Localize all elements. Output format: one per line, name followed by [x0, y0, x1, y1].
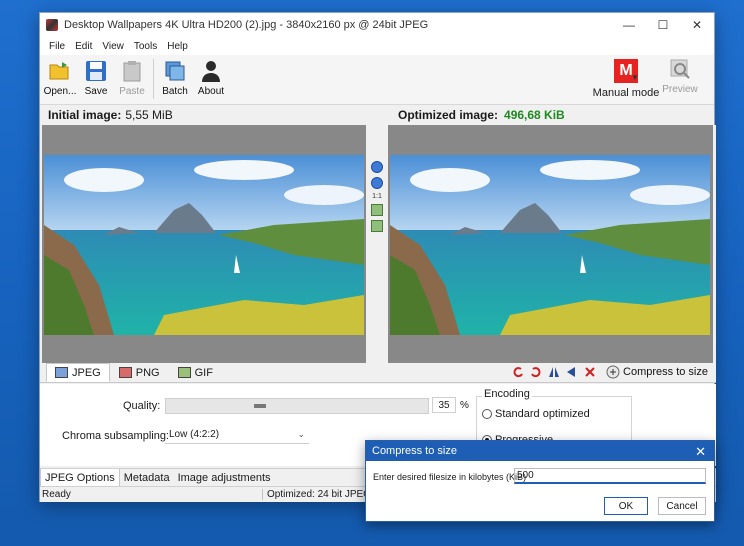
image-tools: Compress to size	[512, 365, 708, 379]
image-comparison-area: 1:1	[40, 125, 716, 363]
person-icon	[202, 61, 220, 82]
title-bar[interactable]: Desktop Wallpapers 4K Ultra HD200 (2).jp…	[40, 13, 714, 37]
menu-file[interactable]: File	[44, 41, 70, 52]
menu-bar: File Edit View Tools Help	[40, 37, 714, 55]
about-button[interactable]: About	[193, 55, 229, 103]
batch-label: Batch	[162, 86, 188, 97]
paste-label: Paste	[119, 86, 145, 97]
batch-icon	[165, 61, 185, 81]
flip-horizontal-icon[interactable]	[548, 366, 560, 378]
ok-button[interactable]: OK	[604, 497, 648, 515]
tab-image-adjustments[interactable]: Image adjustments	[174, 469, 275, 487]
preview-button[interactable]: Preview	[658, 57, 702, 101]
quality-slider[interactable]	[165, 398, 429, 414]
compress-icon	[606, 365, 620, 379]
minimize-button[interactable]: —	[612, 13, 646, 37]
quality-slider-thumb[interactable]	[254, 404, 266, 408]
dialog-close-icon[interactable]: ✕	[695, 444, 706, 460]
zoom-out-icon[interactable]	[371, 177, 383, 189]
app-icon	[46, 19, 58, 31]
fit-to-window-icon[interactable]	[371, 204, 383, 216]
zoom-toolbar: 1:1	[368, 125, 386, 363]
magnifier-icon	[670, 59, 690, 79]
optimized-image-info: Optimized image: 496,68 KiB	[398, 108, 565, 122]
encoding-title: Encoding	[482, 388, 532, 400]
filesize-label: Enter desired filesize in kilobytes (KiB…	[373, 472, 527, 482]
status-ready: Ready	[42, 489, 71, 500]
png-icon	[118, 367, 132, 378]
tab-gif[interactable]: GIF	[169, 363, 222, 382]
compress-to-size-button[interactable]: Compress to size	[606, 365, 708, 379]
chevron-down-icon: ⌄	[297, 429, 305, 439]
optimized-image-preview	[390, 155, 710, 335]
optimized-image-pane[interactable]	[388, 125, 713, 363]
open-label: Open...	[43, 86, 77, 97]
standard-radio[interactable]	[482, 409, 492, 419]
window-controls: — ☐ ✕	[612, 13, 714, 37]
main-window: Desktop Wallpapers 4K Ultra HD200 (2).jp…	[39, 12, 716, 502]
menu-help[interactable]: Help	[162, 41, 193, 52]
menu-tools[interactable]: Tools	[129, 41, 162, 52]
tab-metadata[interactable]: Metadata	[120, 469, 174, 487]
chroma-subsampling-label: Chroma subsampling:	[62, 430, 169, 442]
clipboard-icon	[123, 61, 141, 82]
paste-button[interactable]: Paste	[114, 55, 150, 103]
quality-input[interactable]: 35	[432, 397, 456, 413]
zoom-actual-size-button[interactable]: 1:1	[372, 193, 382, 200]
optimized-image-label: Optimized image:	[398, 108, 499, 122]
quality-unit: %	[460, 400, 469, 411]
dialog-title-bar[interactable]: Compress to size ✕	[366, 441, 714, 461]
maximize-button[interactable]: ☐	[646, 13, 680, 37]
crop-icon[interactable]	[584, 366, 596, 378]
chroma-subsampling-value: Low (4:2:2)	[169, 429, 220, 440]
toolbar-separator	[153, 59, 154, 99]
tab-gif-label: GIF	[194, 366, 213, 379]
cancel-button[interactable]: Cancel	[658, 497, 706, 515]
preview-label: Preview	[662, 84, 698, 95]
chroma-subsampling-select[interactable]: Low (4:2:2) ⌄	[165, 426, 309, 444]
batch-button[interactable]: Batch	[157, 55, 193, 103]
tab-png[interactable]: PNG	[110, 363, 169, 382]
encoding-standard-label: Standard optimized	[495, 408, 590, 420]
quality-label: Quality:	[123, 400, 161, 412]
encoding-standard-option[interactable]: Standard optimized	[482, 408, 590, 420]
rotate-right-icon[interactable]	[530, 366, 542, 378]
menu-edit[interactable]: Edit	[70, 41, 97, 52]
rotate-left-icon[interactable]	[512, 366, 524, 378]
menu-view[interactable]: View	[97, 41, 129, 52]
manual-mode-button[interactable]: M Manual mode	[589, 57, 663, 101]
folder-open-icon	[49, 62, 69, 80]
flip-vertical-icon[interactable]	[566, 366, 578, 378]
tab-jpeg-label: JPEG	[72, 366, 101, 379]
about-label: About	[197, 86, 225, 97]
initial-image-label: Initial image:	[48, 108, 122, 122]
initial-image-pane[interactable]	[42, 125, 366, 363]
image-info-row: Initial image: 5,55 MiB Optimized image: 4…	[40, 105, 714, 125]
save-label: Save	[84, 86, 108, 97]
tab-jpeg-options[interactable]: JPEG Options	[40, 468, 120, 487]
manual-mode-label: Manual mode	[592, 87, 660, 99]
initial-image-preview	[44, 155, 364, 335]
zoom-in-icon[interactable]	[371, 161, 383, 173]
tab-png-label: PNG	[135, 366, 160, 379]
dialog-title: Compress to size	[372, 445, 457, 457]
save-button[interactable]: Save	[78, 55, 114, 103]
close-button[interactable]: ✕	[680, 13, 714, 37]
optimized-image-size: 496,68 KiB	[504, 108, 565, 122]
initial-image-size: 5,55 MiB	[125, 108, 173, 122]
compress-to-size-dialog: Compress to size ✕ Enter desired filesiz…	[365, 440, 715, 522]
compress-to-size-label: Compress to size	[623, 366, 708, 378]
manual-mode-dropdown-icon[interactable]: ▼	[631, 73, 643, 82]
initial-image-info: Initial image: 5,55 MiB	[48, 108, 173, 122]
gif-icon	[177, 367, 191, 378]
tab-jpeg[interactable]: JPEG	[46, 363, 110, 382]
floppy-disk-icon	[86, 61, 106, 81]
toolbar: Open... Save Paste Batch About M Manual …	[40, 55, 714, 105]
format-tabs: JPEG PNG GIF Compress to size	[40, 363, 716, 383]
window-title: Desktop Wallpapers 4K Ultra HD200 (2).jp…	[64, 19, 429, 31]
open-button[interactable]: Open...	[42, 55, 78, 103]
jpeg-icon	[55, 367, 68, 378]
sync-view-icon[interactable]	[371, 220, 383, 232]
filesize-input[interactable]: 500	[514, 468, 706, 484]
